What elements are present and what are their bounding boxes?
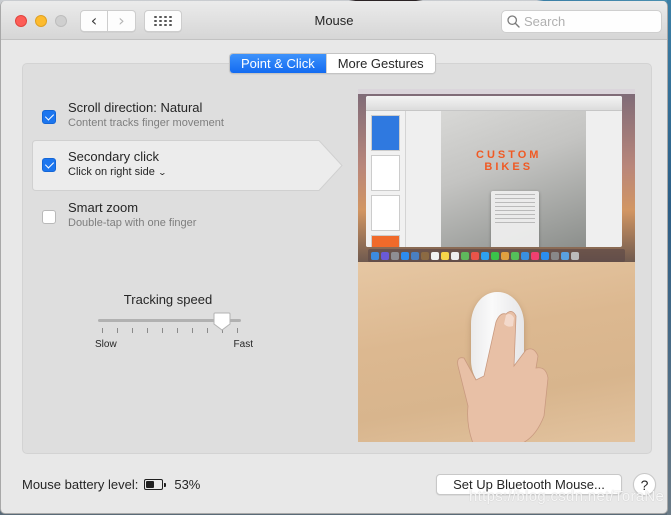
popup-value: Click on right side: [68, 166, 155, 178]
preview-hand-on-mouse-image: [358, 262, 635, 442]
tab-more-gestures[interactable]: More Gestures: [325, 54, 435, 73]
slider-max-label: Fast: [233, 339, 253, 350]
slider-tick: [207, 328, 208, 333]
slider-tick: [237, 328, 238, 333]
option-title: Scroll direction: Natural: [68, 100, 203, 115]
watermark-text: https://blog.csdn.net/ToraNe: [469, 488, 665, 505]
secondary-click-checkbox[interactable]: [42, 158, 56, 172]
headline-line-2: BIKES: [484, 161, 534, 173]
preview-thumbnail: [371, 195, 400, 231]
title-bar: ‹ › Mouse: [1, 1, 667, 40]
settings-panel: Scroll direction: Natural Content tracks…: [22, 63, 652, 454]
battery-label: Mouse battery level:: [22, 477, 139, 492]
slider-tick: [132, 328, 133, 333]
slider-tick: [147, 328, 148, 333]
headline-line-1: CUSTOM: [476, 149, 542, 161]
preview-thumbnail: [371, 115, 400, 151]
search-icon: [507, 15, 520, 28]
slider-tick: [117, 328, 118, 333]
tab-point-and-click[interactable]: Point & Click: [230, 54, 326, 73]
preview-pages-window: CUSTOM BIKES: [366, 96, 622, 247]
option-subtitle: Double-tap with one finger: [68, 217, 197, 229]
preview-page-thumbnails: [366, 111, 406, 247]
preview-context-menu: [491, 191, 539, 247]
slider-tick: [162, 328, 163, 333]
preview-menubar: [358, 89, 635, 94]
battery-percent: 53%: [174, 477, 201, 492]
battery-status: Mouse battery level: 53%: [22, 477, 200, 492]
option-title: Smart zoom: [68, 200, 139, 215]
secondary-click-popup[interactable]: Click on right side ⌄: [68, 166, 167, 178]
hand-illustration: [457, 311, 549, 442]
preview-dock: [368, 249, 625, 262]
slider-min-label: Slow: [95, 339, 117, 350]
preview-headline: CUSTOM BIKES: [476, 149, 541, 173]
preview-screen-image: CUSTOM BIKES: [358, 89, 635, 262]
preview-toolbar: [366, 96, 622, 111]
tab-control: Point & Click More Gestures: [229, 53, 436, 74]
mouse-preferences-window: ‹ › Mouse Point & Click More Gestures: [0, 1, 668, 514]
smart-zoom-checkbox[interactable]: [42, 210, 56, 224]
search-field[interactable]: [501, 10, 662, 33]
option-title: Secondary click: [68, 149, 160, 164]
tracking-speed-slider-knob[interactable]: [213, 312, 231, 331]
secondary-click-option[interactable]: Secondary click Click on right side ⌄: [32, 140, 344, 191]
chevron-down-icon: ⌄: [157, 167, 167, 177]
option-subtitle: Content tracks finger movement: [68, 117, 224, 129]
preview-thumbnail: [371, 155, 400, 191]
slider-tick: [192, 328, 193, 333]
slider-tick: [177, 328, 178, 333]
battery-icon: [144, 479, 167, 490]
scroll-direction-checkbox[interactable]: [42, 110, 56, 124]
preview-thumbnail: [371, 235, 400, 247]
slider-tick: [102, 328, 103, 333]
search-input[interactable]: [524, 14, 654, 29]
tracking-speed-label: Tracking speed: [123, 292, 213, 307]
